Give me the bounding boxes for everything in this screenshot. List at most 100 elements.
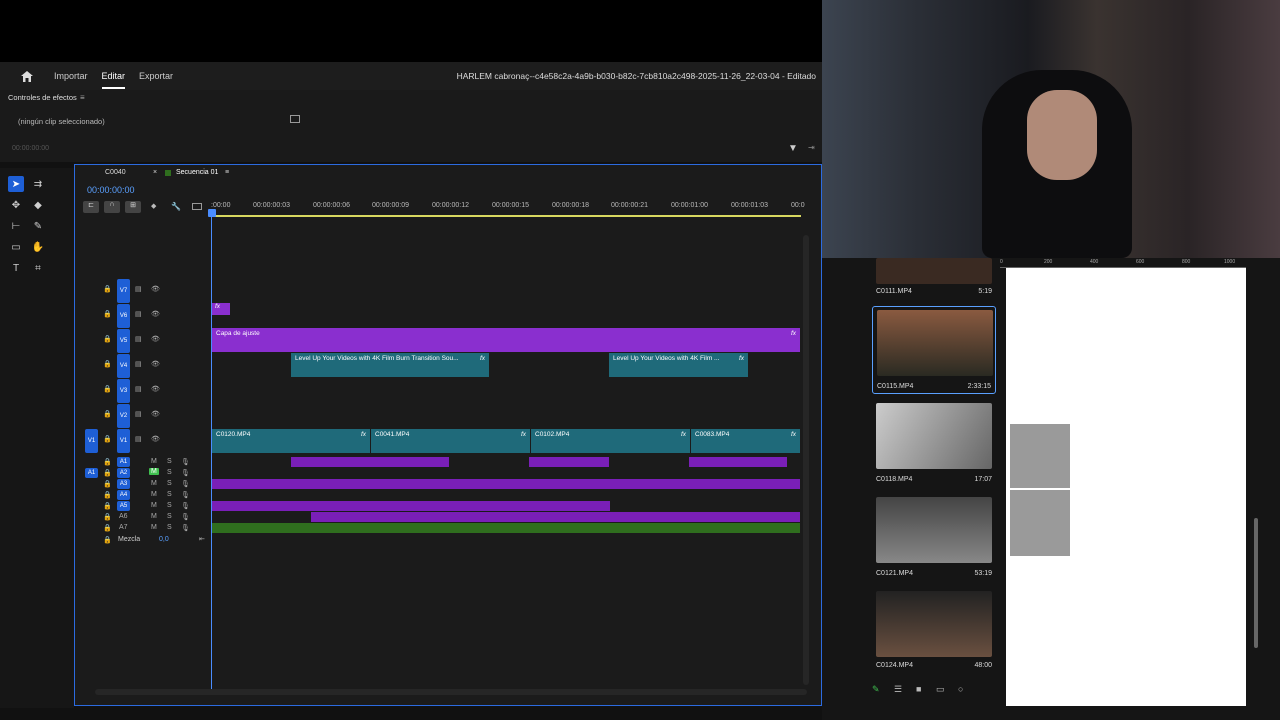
sync-icon[interactable]: ▤ — [135, 310, 142, 318]
sync-icon[interactable]: ▤ — [135, 410, 142, 418]
pen-icon[interactable]: ✎ — [30, 218, 46, 234]
track-toggle-a7[interactable]: A7 — [119, 524, 128, 531]
track-toggle-a6[interactable]: A6 — [119, 513, 128, 520]
tab-close-icon[interactable]: × — [153, 169, 157, 176]
track-toggle-v4[interactable]: V4 — [117, 354, 130, 378]
pencil-icon[interactable]: ✎ — [872, 684, 880, 695]
eye-icon[interactable]: 👁 — [151, 410, 160, 418]
track-toggle-a4[interactable]: A4 — [117, 490, 130, 500]
menu-editar[interactable]: Editar — [101, 71, 125, 89]
clip-film-burn-1[interactable]: Level Up Your Videos with 4K Film Burn T… — [291, 353, 489, 377]
menu-importar[interactable]: Importar — [54, 71, 88, 81]
bin-item[interactable]: C0111.MP4 5:19 — [872, 258, 996, 302]
mic-icon[interactable]: 🎙 — [181, 524, 190, 532]
solo-button[interactable]: S — [167, 513, 172, 520]
bin-item[interactable]: C0124.MP4 48:00 — [872, 588, 996, 676]
sync-icon[interactable]: ▤ — [135, 285, 142, 293]
lock-icon[interactable]: 🔒 — [103, 524, 112, 532]
audio-clip[interactable] — [212, 479, 800, 489]
mute-button[interactable]: M — [151, 491, 157, 498]
track-toggle-v7[interactable]: V7 — [117, 279, 130, 303]
lock-icon[interactable]: 🔒 — [103, 285, 112, 293]
lock-icon[interactable]: 🔒 — [103, 491, 112, 499]
bin-item[interactable]: C0121.MP4 53:19 — [872, 494, 996, 582]
horizontal-scrollbar[interactable] — [95, 689, 807, 695]
track-toggle-v2[interactable]: V2 — [117, 404, 130, 428]
audio-clip[interactable] — [212, 501, 610, 511]
track-toggle-a2[interactable]: A2 — [117, 468, 130, 478]
eye-icon[interactable]: 👁 — [151, 435, 160, 443]
lock-icon[interactable]: 🔒 — [103, 385, 112, 393]
mute-button[interactable]: M — [149, 468, 159, 475]
solo-button[interactable]: S — [167, 458, 172, 465]
selection-tool-icon[interactable]: ➤ — [8, 176, 24, 192]
eye-icon[interactable]: 👁 — [151, 285, 160, 293]
sync-icon[interactable]: ▤ — [135, 435, 142, 443]
hand-icon[interactable]: ✋ — [30, 239, 46, 255]
sync-icon[interactable]: ▤ — [135, 335, 142, 343]
track-toggle-a5[interactable]: A5 — [117, 501, 130, 511]
tab-c0040[interactable]: C0040 — [105, 169, 126, 176]
mic-icon[interactable]: 🎙 — [181, 491, 190, 499]
audio-clip[interactable] — [291, 457, 449, 467]
rectangle-icon[interactable]: ▭ — [8, 239, 24, 255]
marker-icon[interactable]: ◆ — [151, 202, 156, 210]
clip-film-burn-2[interactable]: Level Up Your Videos with 4K Film ... fx — [609, 353, 748, 377]
bin-item-selected[interactable]: C0115.MP4 2:33:15 — [872, 306, 996, 394]
slip-icon[interactable]: ⊢ — [8, 218, 24, 234]
vertical-type-icon[interactable]: ⌗ — [30, 260, 46, 276]
freeform-view-icon[interactable]: ▭ — [936, 684, 945, 695]
solo-button[interactable]: S — [167, 480, 172, 487]
mute-button[interactable]: M — [151, 480, 157, 487]
mute-button[interactable]: M — [151, 458, 157, 465]
lock-icon[interactable]: 🔒 — [103, 469, 112, 477]
track-toggle-v5[interactable]: V5 — [117, 329, 130, 353]
captions-icon[interactable] — [192, 203, 202, 210]
audio-clip[interactable] — [529, 457, 609, 467]
lock-icon[interactable]: 🔒 — [103, 536, 112, 544]
clip-c0041[interactable]: C0041.MP4 fx — [371, 429, 530, 453]
eye-icon[interactable]: 👁 — [151, 385, 160, 393]
mix-value[interactable]: 0,0 — [159, 536, 169, 543]
audio-clip[interactable] — [689, 457, 787, 467]
scroll-thumb[interactable] — [1254, 518, 1258, 648]
ripple-edit-icon[interactable]: ✥ — [8, 197, 24, 213]
track-select-icon[interactable]: ⇉ — [30, 176, 46, 192]
audio-clip[interactable] — [212, 523, 800, 533]
work-area-bar[interactable] — [211, 215, 801, 217]
wrench-icon[interactable]: 🔧 — [171, 202, 181, 211]
lock-icon[interactable]: 🔒 — [103, 513, 112, 521]
razor-icon[interactable]: ◆ — [30, 197, 46, 213]
mute-button[interactable]: M — [151, 513, 157, 520]
lock-icon[interactable]: 🔒 — [103, 410, 112, 418]
lock-icon[interactable]: 🔒 — [103, 480, 112, 488]
track-toggle-a3[interactable]: A3 — [117, 479, 130, 489]
clip-v6[interactable]: fx — [212, 303, 230, 315]
mic-icon[interactable]: 🎙 — [181, 502, 190, 510]
preview-scrollbar[interactable] — [1250, 268, 1262, 706]
snap-icon[interactable]: ⊏ — [83, 201, 99, 213]
audio-clip[interactable] — [311, 512, 800, 522]
lock-icon[interactable]: 🔒 — [103, 502, 112, 510]
panel-menu-icon[interactable]: ≡ — [80, 93, 85, 102]
eye-icon[interactable]: 👁 — [151, 310, 160, 318]
solo-button[interactable]: S — [167, 524, 172, 531]
linked-selection-icon[interactable]: ⊞ — [125, 201, 141, 213]
lock-icon[interactable]: 🔒 — [103, 310, 112, 318]
expand-icon[interactable]: ⇥ — [808, 143, 815, 152]
panel-toggle-icon[interactable] — [290, 115, 300, 123]
clip-adjustment-layer[interactable]: Capa de ajuste fx — [212, 328, 800, 352]
track-toggle-v1[interactable]: V1 — [117, 429, 130, 453]
solo-button[interactable]: S — [167, 502, 172, 509]
tab-menu-icon[interactable]: ≡ — [225, 169, 229, 176]
track-toggle-v6[interactable]: V6 — [117, 304, 130, 328]
clip-c0083[interactable]: C0083.MP4 fx — [691, 429, 800, 453]
mic-icon[interactable]: 🎙 — [181, 469, 190, 477]
eye-icon[interactable]: 👁 — [151, 335, 160, 343]
bin-item[interactable]: C0118.MP4 17:07 — [872, 400, 996, 488]
icon-view-icon[interactable]: ■ — [916, 684, 921, 694]
playhead-handle[interactable] — [208, 209, 216, 217]
track-toggle-v3[interactable]: V3 — [117, 379, 130, 403]
sync-icon[interactable]: ▤ — [135, 385, 142, 393]
lock-icon[interactable]: 🔒 — [103, 360, 112, 368]
